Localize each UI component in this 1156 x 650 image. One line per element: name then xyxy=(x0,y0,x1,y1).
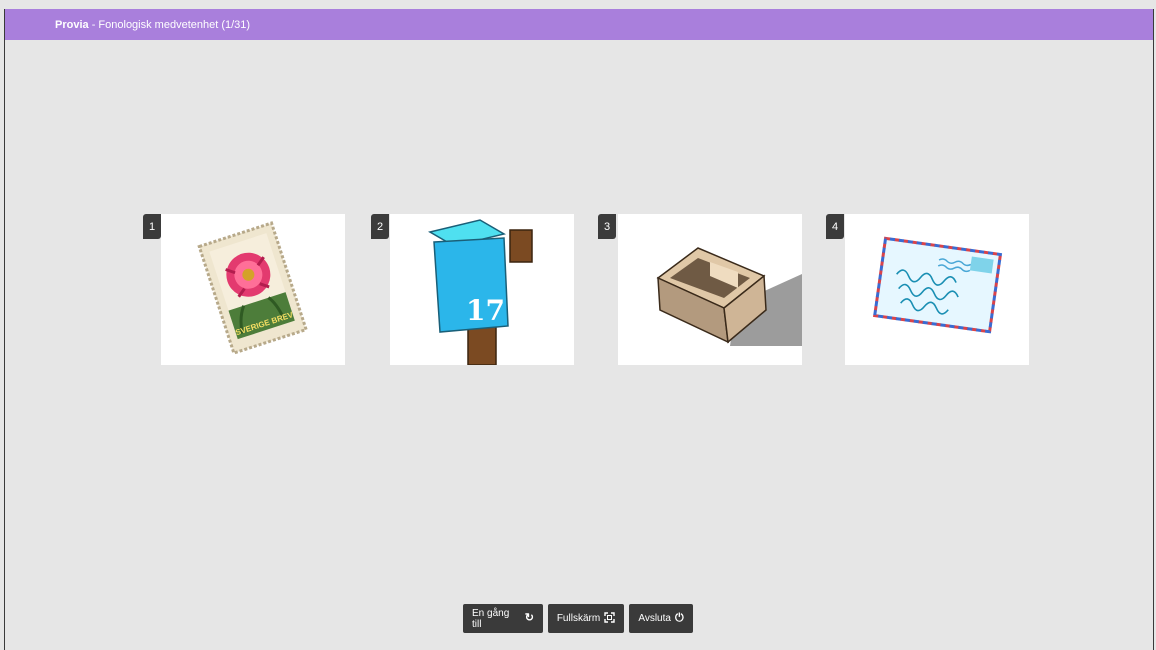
fullscreen-button[interactable]: Fullskärm xyxy=(548,604,624,633)
stamp-image: SVERIGE BREV xyxy=(197,221,309,355)
box-image xyxy=(656,247,802,346)
power-icon: ⏻ xyxy=(674,612,684,624)
again-label: En gång till xyxy=(472,607,510,630)
picture-card-envelope[interactable] xyxy=(845,214,1029,365)
picture-card-mailbox[interactable]: 17 xyxy=(390,214,574,365)
fullscreen-icon xyxy=(604,611,615,626)
again-button[interactable]: En gång till ↻ xyxy=(463,604,543,633)
card-number-2: 2 xyxy=(371,214,389,239)
mailbox-number: 17 xyxy=(466,294,505,327)
card-number-1: 1 xyxy=(143,214,161,239)
app-brand: Provia xyxy=(55,18,89,31)
reload-icon: ↻ xyxy=(524,612,534,624)
title-separator: - xyxy=(88,18,99,31)
card-number-3: 3 xyxy=(598,214,616,239)
picture-card-box[interactable] xyxy=(618,214,802,365)
mailbox-image: 17 xyxy=(428,219,533,365)
envelope-image xyxy=(872,236,1003,334)
quit-label: Avsluta xyxy=(638,613,671,624)
picture-card-stamp[interactable]: SVERIGE BREV xyxy=(161,214,345,365)
fullscreen-label: Fullskärm xyxy=(556,613,601,624)
action-bar: En gång till ↻ Fullskärm Avsluta ⏻ xyxy=(0,604,1156,633)
title-bar: Provia - Fonologisk medvetenhet (1/31) xyxy=(5,9,1153,40)
card-number-4: 4 xyxy=(826,214,844,239)
exercise-title: Fonologisk medvetenhet (1/31) xyxy=(98,18,251,31)
quit-button[interactable]: Avsluta ⏻ xyxy=(629,604,693,633)
